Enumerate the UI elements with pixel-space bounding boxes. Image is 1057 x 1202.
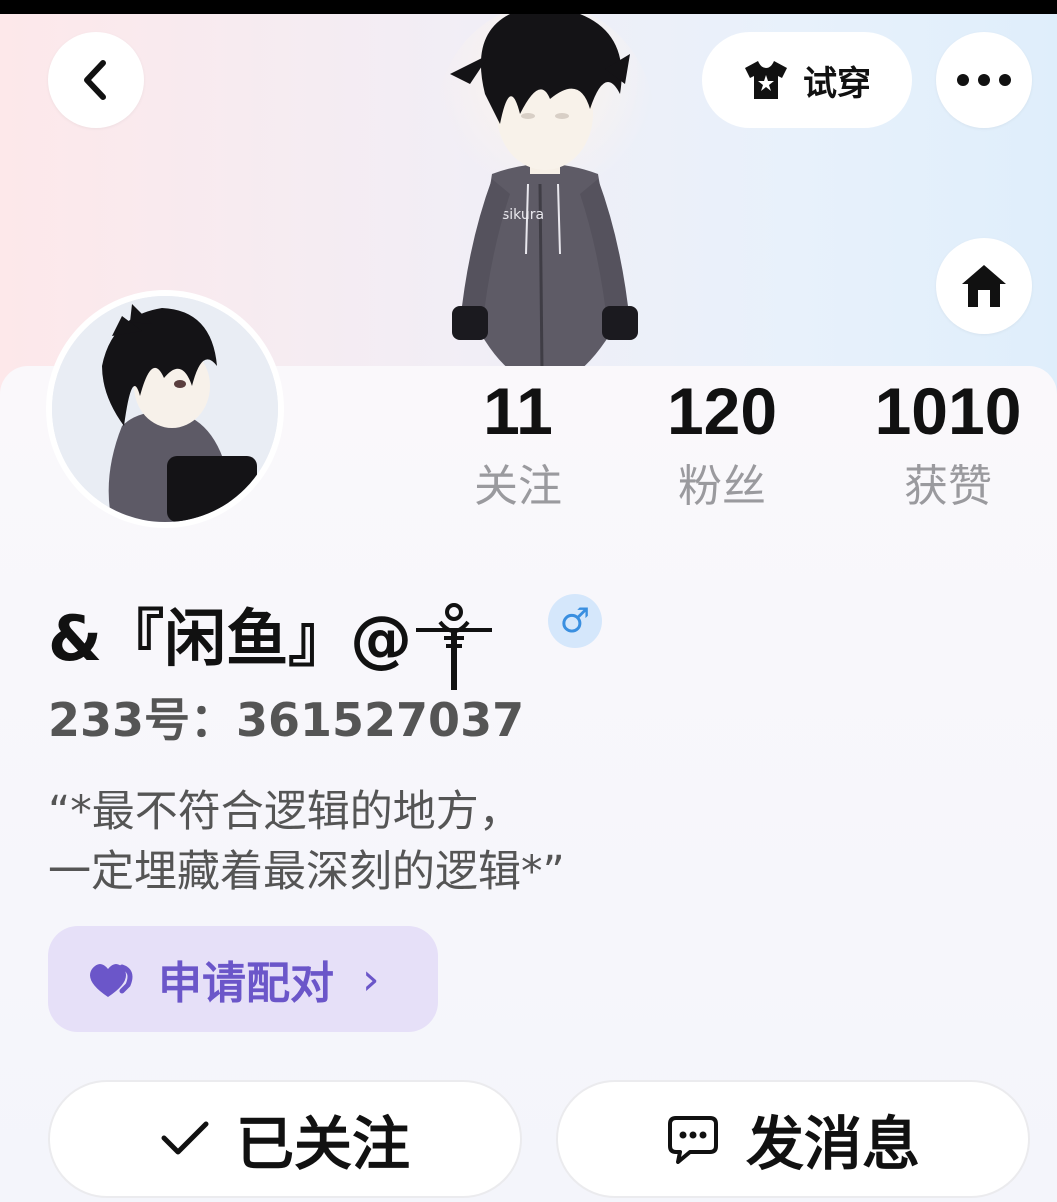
followers-label: 粉丝: [678, 461, 766, 512]
likes-label: 获赞: [904, 461, 992, 512]
apply-match-button[interactable]: 申请配对 ›: [48, 926, 438, 1032]
home-icon: [962, 265, 1006, 307]
following-count: 11: [483, 374, 553, 448]
heart-icon: [90, 964, 133, 997]
back-button[interactable]: [48, 32, 144, 128]
send-message-button[interactable]: 发消息: [556, 1080, 1030, 1198]
status-bar: [0, 0, 1057, 14]
chevron-left-icon: [84, 60, 106, 100]
checkmark-icon: [161, 1121, 209, 1155]
profile-avatar[interactable]: [46, 290, 284, 528]
chat-bubble-icon: [667, 1116, 718, 1164]
gender-badge: ♂: [548, 594, 602, 648]
scepter-symbol-icon: [416, 603, 493, 690]
more-dots-icon: [957, 74, 1011, 86]
bio-line-2: 一定埋藏着最深刻的逻辑*”: [48, 847, 565, 897]
followers-count: 120: [666, 374, 778, 448]
stat-followers[interactable]: 120 粉丝: [644, 378, 800, 512]
more-button[interactable]: [936, 32, 1032, 128]
user-id: 233号：361527037: [48, 693, 525, 747]
chevron-right-icon: ›: [362, 953, 380, 1005]
tshirt-icon: [745, 61, 787, 99]
apply-match-label: 申请配对: [158, 958, 334, 1009]
avatar-3d-figure: sikura: [435, 14, 655, 370]
avatar-image: [52, 296, 278, 522]
nickname: &『闲鱼』@: [48, 586, 494, 692]
hoodie-text: sikura: [502, 207, 544, 223]
followed-button[interactable]: 已关注: [48, 1080, 522, 1198]
stat-likes[interactable]: 1010 获赞: [856, 378, 1040, 512]
try-on-button[interactable]: 试穿: [702, 32, 912, 128]
try-on-label: 试穿: [803, 63, 871, 104]
bio-line-1: “*最不符合逻辑的地方，: [48, 787, 522, 837]
stat-following[interactable]: 11 关注: [456, 378, 580, 512]
male-icon: ♂: [559, 601, 591, 641]
bio: “*最不符合逻辑的地方， 一定埋藏着最深刻的逻辑*”: [48, 782, 565, 902]
followed-label: 已关注: [235, 1110, 410, 1178]
send-message-label: 发消息: [745, 1110, 920, 1178]
home-button[interactable]: [936, 238, 1032, 334]
following-label: 关注: [474, 461, 562, 512]
nickname-text: &『闲鱼』@: [48, 602, 413, 675]
likes-count: 1010: [874, 374, 1022, 448]
